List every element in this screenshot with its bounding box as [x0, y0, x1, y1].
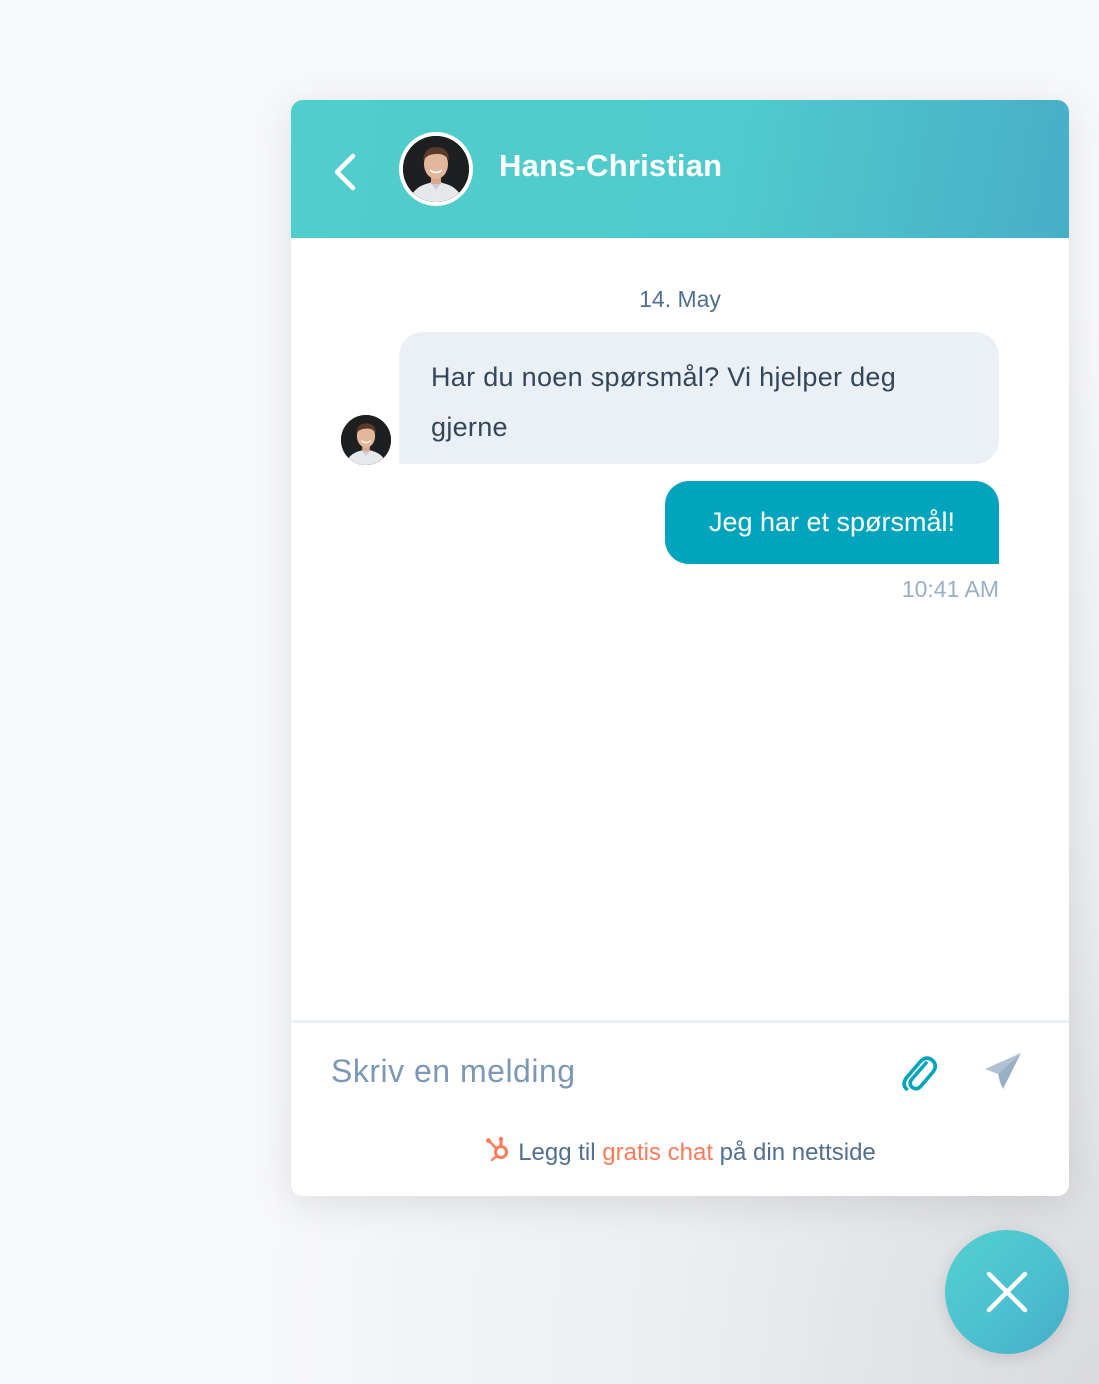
message-list: 14. May Har du noen spørsmål? Vi hjelper…	[291, 238, 1069, 1020]
date-divider: 14. May	[639, 286, 721, 312]
agent-message-avatar	[341, 415, 391, 465]
branding-footer: Legg til gratis chat på din nettside	[291, 1135, 1069, 1167]
chat-window: Hans-Christian 14. May Har du noen spørs…	[291, 100, 1069, 1196]
close-chat-button[interactable]	[945, 1230, 1069, 1354]
back-button[interactable]	[327, 150, 367, 194]
agent-name: Hans-Christian	[499, 148, 723, 183]
paperclip-icon	[902, 1056, 938, 1091]
paper-plane-icon	[985, 1053, 1021, 1089]
message-timestamp: 10:41 AM	[901, 576, 999, 602]
agent-photo	[403, 136, 469, 202]
close-icon	[986, 1271, 1028, 1313]
attach-file-button[interactable]	[895, 1049, 939, 1093]
send-button[interactable]	[981, 1049, 1025, 1093]
message-composer: Legg til gratis chat på din nettside	[291, 1020, 1069, 1196]
message-input[interactable]	[331, 1043, 871, 1099]
agent-avatar	[399, 132, 473, 206]
agent-photo	[341, 415, 391, 465]
chevron-left-icon	[334, 153, 356, 191]
visitor-message-bubble: Jeg har et spørsmål!	[665, 481, 999, 564]
branding-prefix: Legg til	[518, 1139, 596, 1166]
branding-link[interactable]: gratis chat	[602, 1139, 713, 1166]
branding-suffix: på din nettside	[719, 1139, 876, 1166]
agent-message-bubble: Har du noen spørsmål? Vi hjelper deg gje…	[399, 332, 999, 464]
hubspot-sprocket-icon	[486, 1136, 509, 1162]
chat-header: Hans-Christian	[291, 100, 1069, 238]
